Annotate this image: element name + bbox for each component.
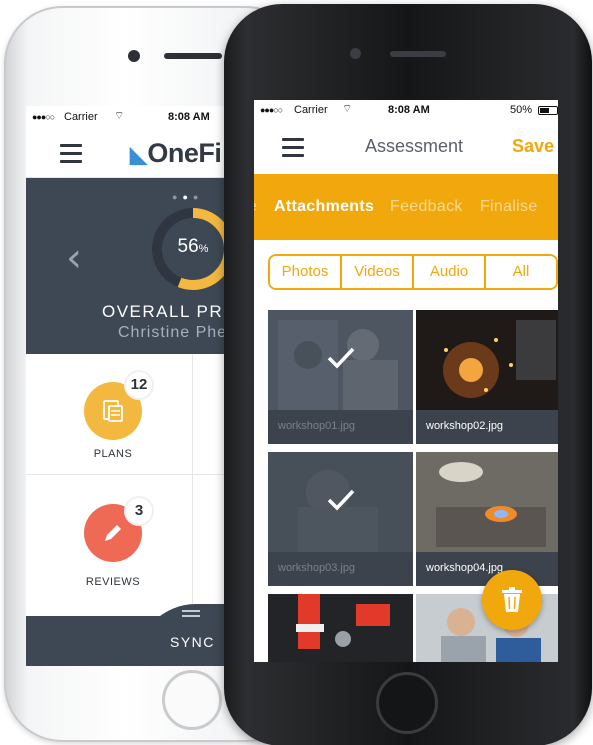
- status-time: 8:08 AM: [388, 104, 430, 116]
- tab-feedback[interactable]: Feedback: [390, 198, 463, 216]
- tab-attachments[interactable]: Attachments: [274, 198, 374, 216]
- filter-videos[interactable]: Videos: [342, 256, 414, 288]
- brazing-torch-image: [416, 452, 558, 552]
- checkmark-icon: [327, 347, 355, 369]
- page-indicator: ●●●: [172, 192, 204, 202]
- tab-previous[interactable]: e: [254, 198, 257, 216]
- filter-photos[interactable]: Photos: [270, 256, 342, 288]
- attachment-filename: workshop01.jpg: [268, 410, 413, 444]
- attachment-thumbnail[interactable]: workshop02.jpg: [416, 310, 558, 444]
- signal-icon: ●●●○○: [260, 105, 283, 115]
- assessment-screen: ●●●○○ Carrier ⌔ 8:08 AM 50% Assessment S…: [254, 100, 558, 662]
- status-bar: ●●●○○ Carrier ⌔ 8:08 AM 50%: [254, 100, 558, 122]
- camera-icon: [350, 48, 361, 59]
- drag-handle-icon[interactable]: [182, 610, 200, 620]
- signal-icon: ●●●○○: [32, 112, 55, 122]
- tab-finalise[interactable]: Finalise: [480, 198, 538, 216]
- reviews-label: REVIEWS: [85, 576, 141, 588]
- trash-icon: [502, 587, 522, 612]
- calendar-document-icon: [103, 400, 123, 422]
- logo-text: OneFi: [147, 138, 222, 168]
- attachment-thumbnail[interactable]: [268, 594, 413, 662]
- learner-name: Christine Phe: [118, 324, 228, 341]
- save-button[interactable]: Save: [512, 136, 554, 157]
- speaker-grille: [164, 53, 222, 59]
- media-filter-segmented-control: Photos Videos Audio All: [268, 254, 558, 290]
- carrier-label: Carrier: [64, 111, 98, 123]
- attachment-thumbnail[interactable]: workshop04.jpg: [416, 452, 558, 586]
- chevron-left-icon[interactable]: ‹: [66, 238, 82, 278]
- onefile-logo: ◣OneFi: [130, 138, 222, 169]
- wifi-icon: ⌔: [342, 103, 353, 115]
- hamburger-menu-icon[interactable]: [60, 144, 82, 163]
- checkmark-icon: [327, 489, 355, 511]
- progress-percent-unit: %: [198, 243, 209, 255]
- attachment-filename: workshop03.jpg: [268, 552, 413, 586]
- filter-all[interactable]: All: [486, 256, 556, 288]
- app-header: Assessment Save: [254, 122, 558, 172]
- page-title: Assessment: [364, 136, 464, 156]
- carrier-label: Carrier: [294, 104, 328, 116]
- gloved-hands-image: [268, 594, 413, 662]
- pencil-icon: [105, 525, 121, 541]
- hamburger-menu-icon[interactable]: [282, 138, 304, 157]
- tile-divider: [192, 354, 193, 616]
- attachment-filename: workshop04.jpg: [416, 552, 558, 586]
- filter-audio[interactable]: Audio: [414, 256, 486, 288]
- progress-percent-value: 56: [177, 236, 199, 257]
- battery-icon: [538, 106, 558, 115]
- home-button[interactable]: [162, 670, 222, 730]
- status-time: 8:08 AM: [168, 111, 210, 123]
- black-phone-device: ●●●○○ Carrier ⌔ 8:08 AM 50% Assessment S…: [224, 4, 592, 745]
- assessment-tab-bar: e Attachments Feedback Finalise: [254, 174, 558, 240]
- welding-sparks-image: [416, 310, 558, 410]
- sync-label: SYNC: [170, 634, 215, 650]
- speaker-grille: [390, 51, 446, 57]
- attachment-thumbnail[interactable]: workshop01.jpg: [268, 310, 413, 444]
- battery-percent: 50%: [510, 104, 533, 116]
- wifi-icon: ⌔: [114, 110, 125, 122]
- logo-mark-icon: ◣: [130, 142, 147, 167]
- delete-fab-button[interactable]: [482, 570, 542, 630]
- camera-icon: [128, 50, 140, 62]
- attachment-thumbnail[interactable]: workshop03.jpg: [268, 452, 413, 586]
- plans-label: PLANS: [93, 448, 133, 460]
- plans-count-badge: 12: [124, 370, 154, 400]
- attachment-filename: workshop02.jpg: [416, 410, 558, 444]
- reviews-count-badge: 3: [124, 496, 154, 526]
- home-button[interactable]: [376, 672, 438, 734]
